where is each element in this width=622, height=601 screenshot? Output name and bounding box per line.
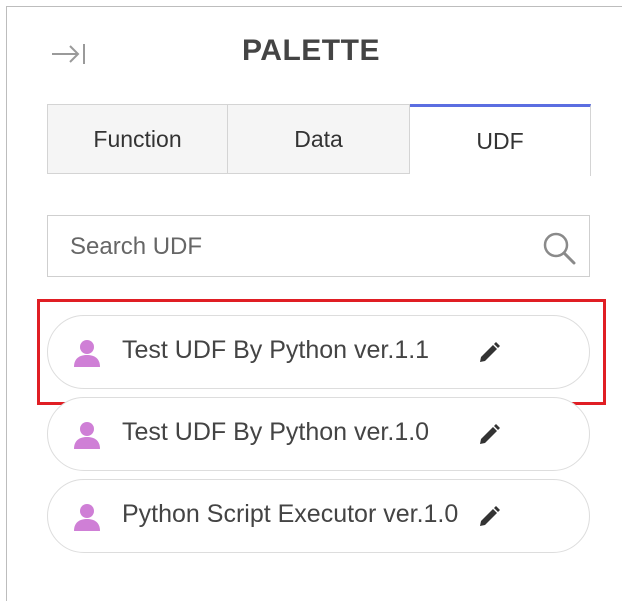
tab-function[interactable]: Function	[47, 104, 228, 174]
udf-list-item[interactable]: Test UDF By Python ver.1.0	[47, 397, 590, 471]
tab-data-label: Data	[294, 125, 343, 152]
tab-udf-label: UDF	[476, 128, 524, 154]
search-box	[47, 215, 590, 277]
tab-data[interactable]: Data	[228, 104, 410, 174]
tab-function-label: Function	[93, 125, 182, 152]
selection-highlight-box	[37, 299, 606, 405]
udf-item-label: Test UDF By Python ver.1.0	[122, 418, 430, 446]
tab-udf[interactable]: UDF	[410, 104, 591, 176]
edit-icon[interactable]	[478, 506, 500, 528]
palette-tabs: Function Data UDF	[47, 104, 591, 176]
palette-title: PALETTE	[242, 34, 380, 67]
udf-list-item[interactable]: Python Script Executor ver.1.0	[47, 479, 590, 553]
search-input[interactable]	[68, 226, 512, 268]
udf-item-label: Python Script Executor ver.1.0	[122, 500, 459, 528]
user-icon	[74, 422, 100, 449]
edit-icon[interactable]	[478, 424, 500, 446]
user-icon	[74, 504, 100, 531]
search-icon[interactable]	[541, 230, 577, 266]
